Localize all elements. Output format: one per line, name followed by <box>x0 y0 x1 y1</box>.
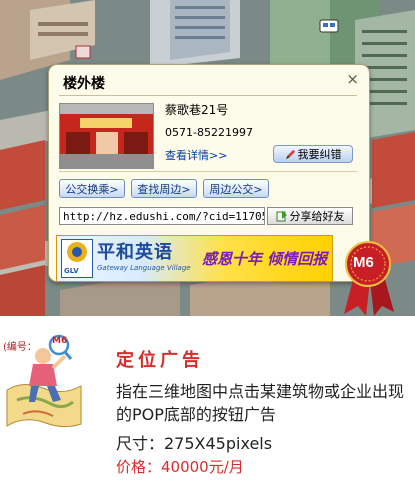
pencil-icon <box>285 149 295 159</box>
view-details-link[interactable]: 查看详情>> <box>165 147 227 163</box>
m6-badge-label: M6 <box>353 254 374 271</box>
report-error-label: 我要纠错 <box>297 148 342 161</box>
share-label: 分享给好友 <box>289 210 345 223</box>
ad-size: 尺寸：275X45pixels <box>116 434 273 453</box>
poi-address: 蔡歌巷21号 <box>165 103 229 117</box>
divider <box>59 171 357 172</box>
share-url-field[interactable]: http://hz.edushi.com/?cid=11705 <box>59 207 265 225</box>
storefront-photo <box>59 103 154 169</box>
poi-phone: 0571-85221997 <box>165 126 253 139</box>
serial-number-label: (编号： <box>3 342 37 353</box>
share-with-friends-button[interactable]: 分享给好友 <box>267 207 353 225</box>
banner-ad[interactable]: GLV 平和英语 Gateway Language Village 感恩十年 倾… <box>56 235 333 282</box>
serial-number-badge: M6 <box>52 336 68 346</box>
banner-brand: 平和英语 <box>97 242 173 263</box>
ad-type-title: 定位广告 <box>116 350 204 371</box>
ad-price: 价格：40000元/月 <box>116 458 244 476</box>
nearby-bus-button[interactable]: 周边公交> <box>203 179 269 198</box>
poi-popup: 楼外楼 × 蔡歌巷21号 0571-85221997 查看详情>> 我要纠错 公… <box>48 64 370 282</box>
search-nearby-button[interactable]: 查找周边> <box>131 179 197 198</box>
ad-description: 指在三维地图中点击某建筑物或企业出现的POP底部的按钮广告 <box>116 382 405 424</box>
logo-text: GLV <box>64 267 79 275</box>
close-icon[interactable]: × <box>346 70 359 88</box>
share-icon <box>276 211 287 222</box>
transit-transfer-button[interactable]: 公交换乘> <box>59 179 125 198</box>
glv-logo: GLV <box>61 239 93 278</box>
report-error-button[interactable]: 我要纠错 <box>273 145 353 163</box>
poi-title: 楼外楼 <box>63 76 105 92</box>
banner-subtitle: Gateway Language Village <box>97 264 191 272</box>
m6-ribbon-badge: M6 <box>336 240 400 316</box>
banner-promo: 感恩十年 倾情回报 <box>202 250 328 268</box>
divider <box>59 95 357 96</box>
